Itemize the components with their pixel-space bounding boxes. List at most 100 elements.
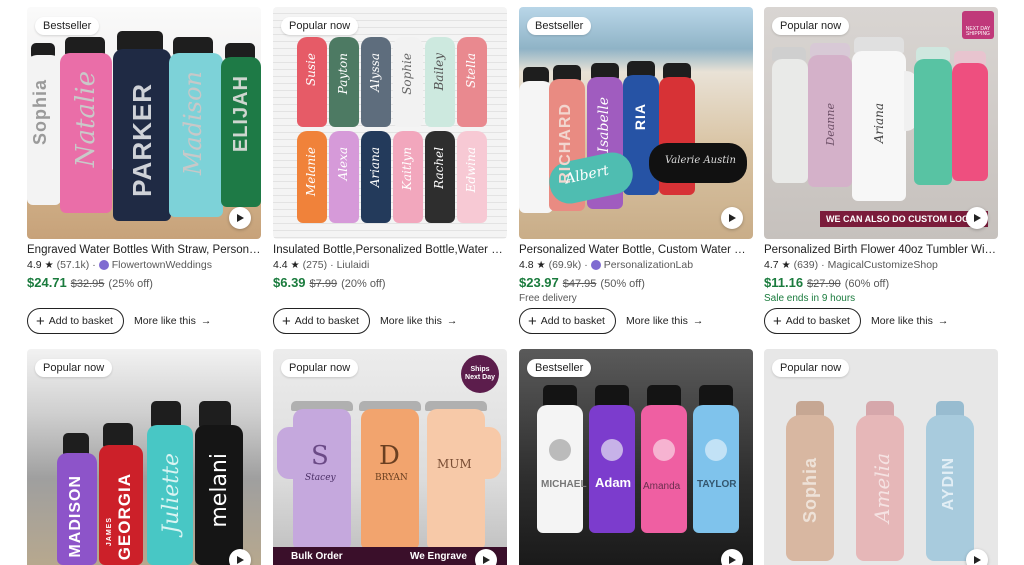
listing-image[interactable]: MICHAEL Adam Amanda TAYLOR Bestseller [519,349,753,565]
bottle-name: Rachel [432,147,446,189]
bulk-order-banner: Bulk Order We Engrave [273,547,507,565]
tumbler-name: MUM [437,457,472,471]
listing-title[interactable]: Personalized Birth Flower 40oz Tumbler W… [764,243,998,257]
add-to-basket-label: Add to basket [785,315,850,327]
listing-image[interactable]: Susie Payton Alyssa Sophie Bailey Stella… [273,7,507,239]
price-row: $6.39 $7.99 (20% off) [273,275,507,290]
play-video-icon[interactable] [229,207,251,229]
listing-card[interactable]: MICHAEL Adam Amanda TAYLOR Bestseller [519,349,753,565]
sale-price: $11.16 [764,275,804,290]
bottle-name: Sophia [800,457,820,524]
listing-card[interactable]: Sophia Amelia AYDIN Popular now [764,349,998,565]
ships-badge-text: Ships Next Day [465,366,495,381]
listing-card[interactable]: Deanne Ariana WE CAN ALSO DO CUSTOM LOGO… [764,7,998,334]
listing-image[interactable]: RICHARD Isabelle RIA Albert Valerie Aust… [519,7,753,239]
price-row: $11.16 $27.90 (60% off) [764,275,998,290]
listing-card[interactable]: Sophia Natalie PARKER Madison ELIJAH Bes… [27,7,261,334]
character-icon [601,439,623,461]
price-row: $24.71 $32.95 (25% off) [27,275,261,290]
listing-title[interactable]: Personalized Water Bottle, Custom Water … [519,243,753,257]
listing-badge: Bestseller [527,17,592,35]
banner-left-text: Bulk Order [291,550,343,562]
discount: (20% off) [341,278,386,290]
custom-logos-banner: WE CAN ALSO DO CUSTOM LOGOS [820,211,989,227]
listing-badge: Popular now [281,359,359,377]
listing-title[interactable]: Insulated Bottle,Personalized Bottle,Wat… [273,243,507,257]
bottle-name: Deanne [824,103,837,146]
rating-value: 4.4 [273,259,288,271]
bottle-name: Sophia [30,79,50,146]
rating-value: 4.9 [27,259,42,271]
listing-title[interactable]: Engraved Water Bottles With Straw, Perso… [27,243,261,257]
ships-next-day-badge: Ships Next Day [461,355,499,393]
play-video-icon[interactable] [721,549,743,565]
more-like-this-label: More like this [625,315,688,327]
bottle-name: Adam [595,475,632,490]
bottle-name: Juliette [159,453,184,534]
shop-name[interactable]: PersonalizationLab [604,259,693,271]
arrow-right-icon: → [200,315,212,327]
bottle-name: Ariana [872,103,886,144]
listing-card[interactable]: S Stacey D BRYAN MUM Ships Next Day Bulk… [273,349,507,565]
tumbler-monogram: S [311,441,329,471]
star-icon: ★ [44,259,54,271]
star-icon: ★ [781,259,791,271]
shop-name[interactable]: FlowertownWeddings [112,259,212,271]
free-delivery-note: Free delivery [519,293,577,304]
listing-image[interactable]: Sophia Natalie PARKER Madison ELIJAH Bes… [27,7,261,239]
plus-icon: + [773,312,782,330]
discount: (50% off) [600,278,645,290]
bottle-name: GEORGIA [115,473,134,561]
listing-image[interactable]: Sophia Amelia AYDIN Popular now [764,349,998,565]
bottle-name: melani [207,453,232,528]
listing-card[interactable]: MADISON JAMES GEORGIA Juliette melani Po… [27,349,261,565]
listing-badge: Bestseller [527,359,592,377]
bottle-name: Edwina [464,147,478,193]
play-video-icon[interactable] [229,549,251,565]
plus-icon: + [36,312,45,330]
listing-badge: Popular now [35,359,113,377]
add-to-basket-button[interactable]: + Add to basket [273,308,370,334]
tumbler-monogram: D [379,441,400,471]
more-like-this-link[interactable]: More like this → [380,315,457,327]
listing-badge: Popular now [772,17,850,35]
more-like-this-label: More like this [133,315,196,327]
bottle-name: Sophie [400,53,414,95]
listing-image[interactable]: Deanne Ariana WE CAN ALSO DO CUSTOM LOGO… [764,7,998,239]
listing-image[interactable]: S Stacey D BRYAN MUM Ships Next Day Bulk… [273,349,507,565]
play-video-icon[interactable] [966,207,988,229]
listing-badge: Popular now [772,359,850,377]
more-like-this-link[interactable]: More like this → [626,315,703,327]
add-to-basket-button[interactable]: + Add to basket [27,308,124,334]
arrow-right-icon: → [446,315,458,327]
star-seller-icon [590,260,601,270]
separator-dot: · [330,259,334,271]
bottle-name: RIA [632,103,648,131]
add-to-basket-label: Add to basket [294,315,359,327]
listing-meta: 4.4 ★ (275) · Liulaidi [273,259,507,271]
star-icon: ★ [290,259,300,271]
star-seller-icon [98,260,109,270]
arrow-right-icon: → [692,315,704,327]
add-to-basket-button[interactable]: + Add to basket [764,308,861,334]
more-like-this-link[interactable]: More like this → [871,315,948,327]
play-video-icon[interactable] [721,207,743,229]
play-video-icon[interactable] [966,549,988,565]
listing-card[interactable]: Susie Payton Alyssa Sophie Bailey Stella… [273,7,507,334]
plus-icon: + [528,312,537,330]
listing-card[interactable]: RICHARD Isabelle RIA Albert Valerie Aust… [519,7,753,334]
bottle-name: JAMES [106,517,113,547]
corner-text: NEXT DAY SHIPPING [965,26,991,37]
bottle-name: MADISON [67,475,84,558]
arrow-right-icon: → [937,315,949,327]
listing-image[interactable]: MADISON JAMES GEORGIA Juliette melani Po… [27,349,261,565]
bottle-name: Ariana [368,147,382,188]
more-like-this-link[interactable]: More like this → [134,315,211,327]
add-to-basket-button[interactable]: + Add to basket [519,308,616,334]
bottle-name: Isabelle [596,97,612,153]
shop-name[interactable]: Liulaidi [337,259,370,271]
play-video-icon[interactable] [475,549,497,565]
bottle-name: Amanda [643,481,681,492]
bottle-name: Melanie [304,147,318,197]
shop-name[interactable]: MagicalCustomizeShop [828,259,938,271]
